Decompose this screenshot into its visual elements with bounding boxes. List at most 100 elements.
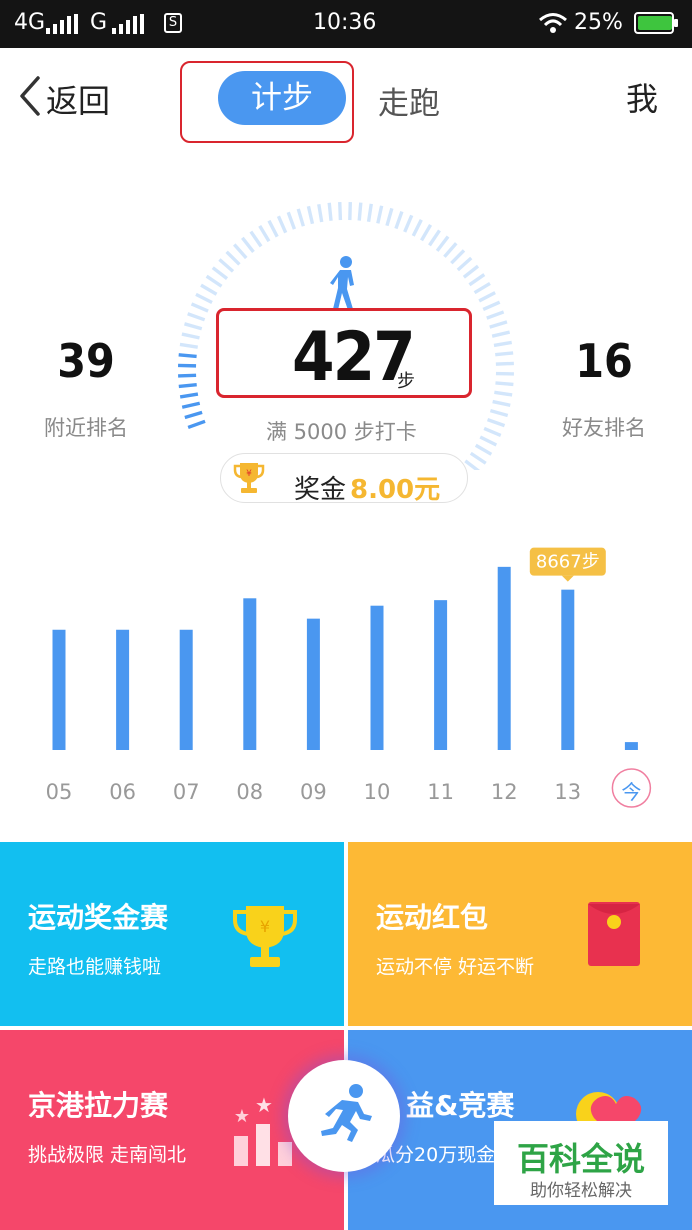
svg-text:★: ★	[234, 1106, 250, 1127]
gauge-tick	[495, 361, 514, 366]
sim-s-icon: S	[164, 13, 182, 33]
gauge-tick	[317, 203, 324, 223]
chart-x-label: 今	[621, 780, 641, 804]
signal-icon-1	[46, 14, 80, 34]
back-button[interactable]: 返回	[46, 76, 110, 122]
daily-steps-chart: 05 06 07 08 09 10 11 12 13 8667步今	[46, 547, 652, 808]
gauge-tick	[464, 459, 481, 470]
gauge-tick	[450, 249, 466, 265]
gauge-tick	[205, 274, 223, 288]
tile-title: 运动奖金赛	[28, 901, 169, 934]
gauge-tick	[187, 312, 206, 322]
red-envelope-icon	[588, 902, 640, 966]
tab-walk-run[interactable]: 走跑	[378, 78, 440, 123]
gauge-tick	[249, 230, 263, 248]
chart-bar-05[interactable]	[52, 629, 66, 750]
chart-x-label: 06	[109, 780, 136, 804]
svg-text:¥: ¥	[260, 917, 270, 936]
tile-red-envelope[interactable]: 运动红包 运动不停 好运不断	[348, 842, 692, 1026]
chart-bar-08[interactable]	[243, 598, 257, 750]
gauge-tick	[327, 202, 333, 221]
tile-subtitle: 走路也能赚钱啦	[28, 956, 162, 978]
tile-title: 运动红包	[376, 901, 489, 934]
gauge-tick	[489, 409, 509, 418]
bonus-label: 奖金	[294, 475, 347, 505]
chart-x-label: 10	[364, 780, 391, 804]
tile-bonus-race[interactable]: 运动奖金赛 走路也能赚钱啦 ¥	[0, 842, 344, 1026]
nearby-rank-label: 附近排名	[44, 416, 128, 440]
gauge-tick	[258, 224, 271, 243]
chart-bar-07[interactable]	[179, 629, 193, 750]
tile-title: 益&竞赛	[406, 1089, 515, 1122]
tile-subtitle: 瓜分20万现金	[376, 1144, 496, 1166]
chart-bar-12[interactable]	[497, 566, 511, 750]
chart-bar-10[interactable]	[370, 605, 384, 750]
gauge-tick-filled	[184, 410, 203, 420]
gauge-tick	[420, 223, 433, 242]
gauge-tick	[479, 435, 498, 447]
gauge-tick	[385, 207, 394, 227]
chart-tooltip-label: 8667步	[536, 552, 600, 573]
watermark-title: 百科全说	[516, 1140, 645, 1178]
gauge-tick	[462, 264, 480, 279]
chart-bar-09[interactable]	[306, 618, 320, 750]
gauge-tick	[411, 219, 423, 237]
step-count: 427	[292, 318, 416, 397]
gauge-tick	[474, 443, 493, 456]
tile-title: 京港拉力赛	[28, 1089, 169, 1122]
gauge-tick	[306, 205, 315, 225]
walking-person-icon	[330, 256, 354, 310]
gauge-tick	[181, 332, 200, 340]
step-unit: 步	[397, 371, 415, 392]
gauge-tick	[286, 211, 297, 230]
chart-bar-06[interactable]	[116, 629, 130, 750]
gauge-tick	[493, 340, 513, 348]
chart-x-label: 08	[236, 780, 263, 804]
chart-bar-11[interactable]	[434, 600, 448, 750]
chart-bar-今[interactable]	[624, 742, 638, 750]
gauge-tick-filled	[178, 373, 197, 378]
gauge-tick	[469, 451, 487, 465]
gauge-tick	[267, 219, 279, 238]
battery-icon	[634, 12, 678, 34]
me-button[interactable]: 我	[626, 74, 658, 120]
trophy-icon: ¥	[233, 906, 297, 967]
gauge-tick-filled	[178, 382, 197, 389]
gauge-tick	[190, 302, 209, 313]
gauge-tick	[456, 256, 473, 272]
signal-icon-2	[112, 14, 146, 34]
chart-bar-13[interactable]	[561, 589, 575, 750]
network-type-1: 4G	[14, 10, 46, 35]
nearby-rank[interactable]: 39 附近排名	[40, 334, 132, 442]
gauge-tick	[492, 399, 511, 407]
tile-subtitle: 挑战极限 走南闯北	[28, 1144, 187, 1166]
chart-x-label: 07	[173, 780, 200, 804]
gauge-tick	[435, 235, 450, 252]
trophy-icon: ¥	[233, 463, 265, 493]
svg-text:★: ★	[255, 1093, 273, 1117]
gauge-tick	[403, 214, 414, 233]
gauge-tick-filled	[179, 392, 199, 399]
friend-rank[interactable]: 16 好友排名	[558, 334, 650, 442]
clock: 10:36	[313, 10, 377, 35]
tile-subtitle: 运动不停 好运不断	[376, 956, 535, 978]
gauge-tick	[276, 215, 288, 234]
chart-x-label: 09	[300, 780, 327, 804]
gauge-tick	[486, 310, 505, 320]
gauge-tick	[338, 202, 343, 221]
running-person-icon	[321, 1084, 372, 1142]
gauge-tick	[486, 418, 506, 428]
gauge-tick	[233, 243, 248, 260]
nearby-rank-value: 39	[57, 334, 115, 388]
gauge-tick-filled	[181, 401, 201, 409]
chart-x-label: 12	[491, 780, 518, 804]
gauge-tick	[483, 426, 502, 437]
gauge-tick	[489, 320, 508, 329]
gauge-tick	[394, 211, 404, 230]
friend-rank-label: 好友排名	[562, 416, 646, 440]
friend-rank-value: 16	[575, 334, 633, 388]
gauge-tick	[366, 203, 373, 222]
gauge-tick	[184, 322, 203, 331]
start-run-button[interactable]	[288, 1060, 400, 1172]
tab-step-count[interactable]: 计步	[218, 71, 346, 125]
